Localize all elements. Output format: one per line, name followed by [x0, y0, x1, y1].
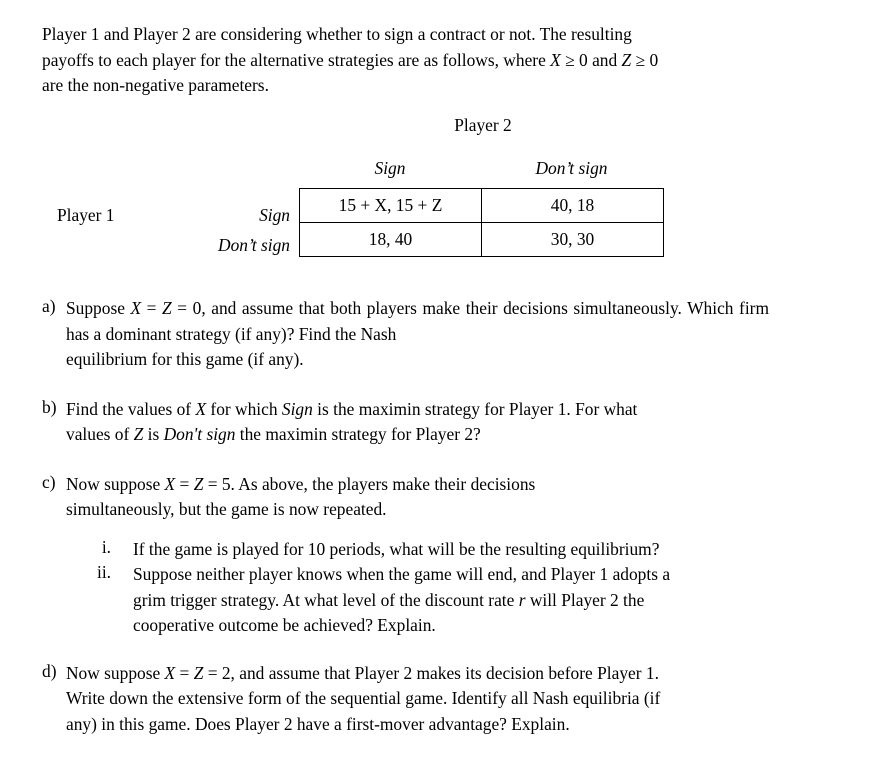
question-c-line-1: Now suppose X = Z = 5. As above, the pla… [66, 472, 769, 498]
question-b-text-3: is the maximin strategy for Player 1. Fo… [312, 398, 638, 419]
cell-sign-sign: 15 + X, 15 + Z [299, 188, 482, 223]
question-d-line-1: Now suppose X = Z = 2, and assume that P… [66, 661, 769, 687]
question-c-sublist: i. If the game is played for 10 periods,… [0, 537, 886, 639]
intro-line-2-post: ≥ 0 [631, 49, 659, 70]
question-marker-d: d) [42, 660, 57, 681]
sub-ii-text-2: grim trigger strategy. At what level of … [133, 589, 519, 610]
row-header-sign: Sign [259, 205, 290, 225]
question-body-c: Now suppose X = Z = 5. As above, the pla… [66, 472, 769, 523]
variable-z: Z [621, 49, 632, 70]
column-header-sign: Sign [374, 158, 406, 178]
variable-z: Z [193, 662, 204, 683]
question-d-text-last: any) in this game. Does Player 2 have a … [66, 713, 570, 734]
question-c-text-1: Now suppose [66, 473, 165, 494]
sub-ii-line-1: Suppose neither player knows when the ga… [133, 562, 769, 588]
intro-line-3-text: are the non-negative parameters. [42, 75, 269, 95]
question-c-text-last: simultaneously, but the game is now repe… [66, 499, 387, 519]
player2-label: Player 2 [454, 115, 512, 135]
question-a-text-1: Suppose [66, 298, 131, 318]
question-b-text-2: for which [206, 398, 282, 419]
question-c-text-2: = [175, 473, 194, 494]
sub-marker-i: i. [101, 536, 111, 557]
row-label-group: Sign Don’t sign [48, 110, 290, 270]
sub-item-i: i. If the game is played for 10 periods,… [0, 537, 886, 563]
question-b-text-4: values of [66, 424, 134, 444]
question-a-text-last: equilibrium for this game (if any). [66, 349, 304, 369]
question-c-line-2: simultaneously, but the game is now repe… [66, 497, 769, 523]
variable-x: X [550, 49, 561, 70]
question-d-text-4: Write down the extensive form of the seq… [66, 688, 661, 708]
question-b-text-6: the maximin strategy for Player 2? [235, 424, 481, 444]
intro-line-2: payoffs to each player for the alternati… [42, 48, 769, 74]
question-body-d: Now suppose X = Z = 2, and assume that P… [66, 661, 769, 738]
question-a-line-group: Suppose X = Z = 0, and assume that both … [66, 296, 769, 347]
emphasis-dont-sign: Don't sign [163, 424, 236, 444]
sub-ii-text-3: will Player 2 the [525, 589, 645, 610]
question-list: a) Suppose X = Z = 0, and assume that bo… [0, 296, 886, 753]
variable-z: Z [193, 473, 204, 494]
question-body-b: Find the values of X for which Sign is t… [66, 397, 769, 448]
question-c-text-3: = 5. As above, the players make their de… [203, 473, 536, 494]
variable-x: X [164, 662, 176, 683]
cell-dontsign-sign: 18, 40 [299, 222, 482, 257]
variable-x: X [130, 298, 142, 318]
sub-body-i: If the game is played for 10 periods, wh… [133, 538, 660, 559]
table-row: 15 + X, 15 + Z 40, 18 [299, 188, 664, 223]
question-a-text-2: = [141, 298, 163, 318]
question-d-text-2: = [175, 662, 194, 683]
emphasis-sign: Sign [281, 398, 313, 419]
variable-z: Z [133, 424, 144, 444]
cell-sign-dontsign: 40, 18 [481, 188, 664, 223]
question-item-b: b) Find the values of X for which Sign i… [0, 397, 886, 448]
question-b-line-1: Find the values of X for which Sign is t… [66, 397, 769, 423]
intro-line-2-mid: ≥ 0 and [560, 49, 622, 70]
table-row: 18, 40 30, 30 [299, 222, 664, 257]
question-a-last-line: equilibrium for this game (if any). [66, 347, 769, 373]
variable-x: X [195, 398, 207, 419]
intro-line-1-text: Player 1 and Player 2 are considering wh… [42, 24, 632, 44]
variable-z: Z [162, 298, 172, 318]
payoff-matrix-table: 15 + X, 15 + Z 40, 18 18, 40 30, 30 [299, 188, 664, 257]
question-marker-b: b) [42, 396, 57, 417]
question-d-line-3: any) in this game. Does Player 2 have a … [66, 712, 769, 738]
question-marker-a: a) [42, 296, 56, 316]
sub-body-ii: Suppose neither player knows when the ga… [133, 562, 769, 639]
document-page: Player 1 and Player 2 are considering wh… [0, 0, 886, 771]
question-d-text-3: = 2, and assume that Player 2 makes its … [203, 662, 659, 683]
row-header-dont-sign: Don’t sign [218, 235, 290, 255]
column-header-dont-sign: Don’t sign [535, 158, 608, 178]
sub-ii-line-2: grim trigger strategy. At what level of … [133, 588, 769, 614]
sub-item-ii: ii. Suppose neither player knows when th… [0, 562, 886, 639]
question-b-text-1: Find the values of [66, 398, 196, 419]
question-d-line-2: Write down the extensive form of the seq… [66, 686, 769, 712]
intro-line-3: are the non-negative parameters. [42, 73, 769, 99]
question-b-text-5: is [143, 424, 164, 444]
question-b-line-2: values of Z is Don't sign the maximin st… [66, 422, 769, 448]
intro-line-2-pre: payoffs to each player for the alternati… [42, 49, 551, 70]
question-item-c: c) Now suppose X = Z = 5. As above, the … [0, 472, 886, 639]
question-a-text-3: = 0, and assume that both players make t… [66, 298, 769, 344]
cell-dontsign-dontsign: 30, 30 [481, 222, 664, 257]
payoff-matrix-block: Player 2 Sign Don’t sign Player 1 Sign D… [0, 110, 886, 270]
question-item-d: d) Now suppose X = Z = 2, and assume tha… [0, 661, 886, 738]
variable-x: X [164, 473, 176, 494]
sub-ii-text-4: cooperative outcome be achieved? Explain… [133, 615, 436, 635]
sub-ii-line-3: cooperative outcome be achieved? Explain… [133, 613, 769, 639]
intro-line-1: Player 1 and Player 2 are considering wh… [42, 22, 769, 48]
question-body-a: Suppose X = Z = 0, and assume that both … [66, 296, 769, 373]
question-marker-c: c) [42, 471, 56, 492]
sub-marker-ii: ii. [96, 562, 111, 582]
sub-ii-text-1: Suppose neither player knows when the ga… [133, 564, 671, 584]
intro-paragraph: Player 1 and Player 2 are considering wh… [42, 22, 769, 99]
question-item-a: a) Suppose X = Z = 0, and assume that bo… [0, 296, 886, 373]
question-d-text-1: Now suppose [66, 662, 165, 683]
